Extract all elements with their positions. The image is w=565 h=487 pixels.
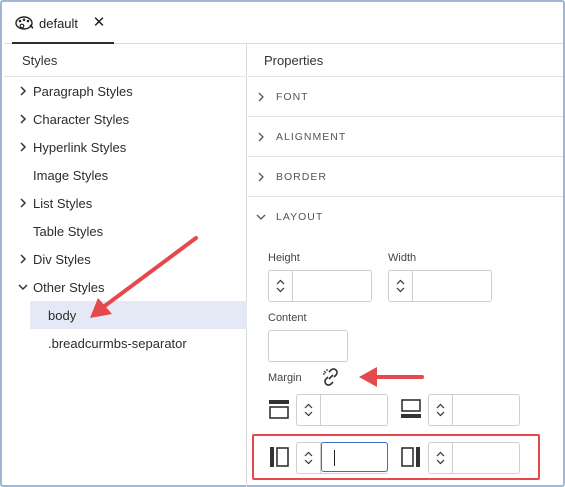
annotation-arrow-to-body [90, 236, 198, 318]
annotation-arrows [90, 236, 424, 387]
window-frame: default ✕ Styles Paragraph Styles Charac… [0, 0, 565, 487]
annotation-arrow-to-margin-link [359, 367, 424, 387]
